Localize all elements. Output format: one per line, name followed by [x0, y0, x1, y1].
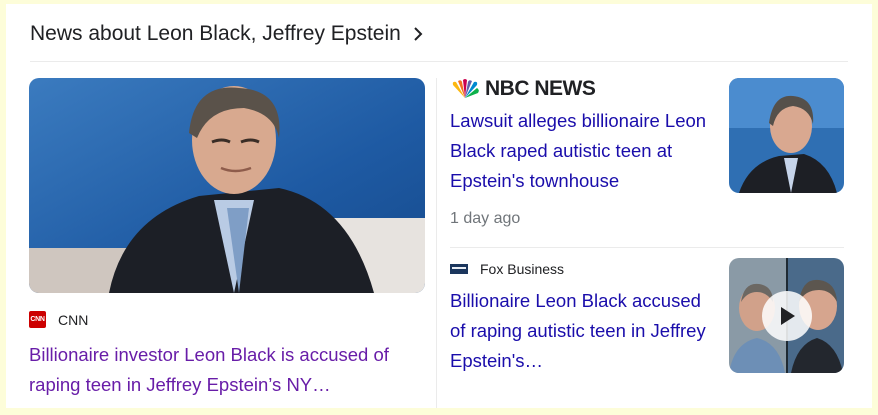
story-nbc[interactable]: NBC NEWS Lawsuit alleges billionaire Leo… — [450, 77, 844, 240]
news-card: News about Leon Black, Jeffrey Epstein C… — [6, 4, 872, 408]
story-fox-source-name: Fox Business — [480, 261, 565, 277]
story-fox[interactable]: Fox Business Billionaire Leon Black accu… — [450, 258, 844, 408]
story-cnn-source: CNN CNN — [29, 311, 88, 328]
header-divider — [30, 61, 848, 62]
news-header-title: News about Leon Black, Jeffrey Epstein — [30, 22, 401, 45]
nbc-peacock-icon — [452, 79, 479, 98]
story-fox-video-thumbnail[interactable] — [729, 258, 844, 373]
story-cnn-title[interactable]: Billionaire investor Leon Black is accus… — [29, 340, 425, 400]
cnn-logo-icon: CNN — [29, 311, 46, 328]
story-divider — [450, 247, 844, 248]
news-header[interactable]: News about Leon Black, Jeffrey Epstein — [30, 18, 423, 50]
story-nbc-source: NBC NEWS — [450, 77, 712, 100]
fox-business-logo-icon — [450, 264, 468, 274]
chevron-right-icon — [413, 26, 423, 42]
story-fox-source: Fox Business — [450, 258, 712, 280]
story-nbc-time: 1 day ago — [450, 210, 521, 227]
story-nbc-title[interactable]: Lawsuit alleges billionaire Leon Black r… — [450, 106, 712, 196]
story-nbc-source-name: NBC NEWS — [485, 77, 596, 100]
story-cnn[interactable]: CNN CNN Billionaire investor Leon Black … — [29, 78, 425, 398]
play-icon — [781, 307, 795, 325]
story-cnn-source-name: CNN — [58, 311, 89, 328]
play-button[interactable] — [762, 291, 812, 341]
story-nbc-image[interactable] — [729, 78, 844, 193]
story-fox-title[interactable]: Billionaire Leon Black accused of raping… — [450, 286, 712, 376]
column-divider — [436, 78, 437, 408]
story-cnn-image[interactable] — [29, 78, 425, 293]
